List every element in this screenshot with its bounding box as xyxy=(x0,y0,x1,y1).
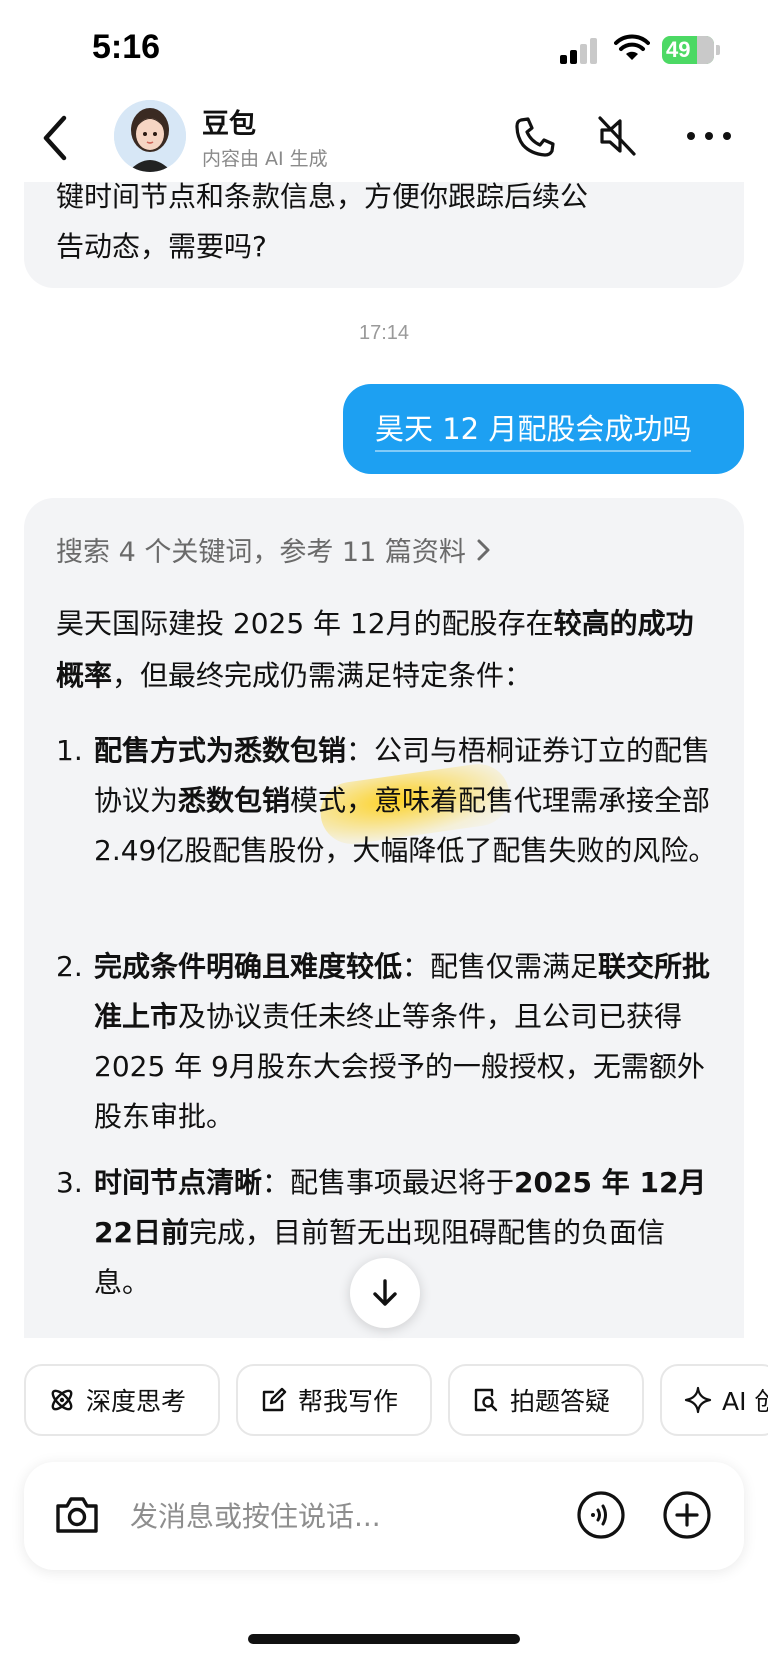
phone-icon xyxy=(515,117,555,157)
add-button[interactable] xyxy=(662,1490,712,1540)
message-timestamp: 17:14 xyxy=(358,322,410,344)
voice-call-button[interactable] xyxy=(512,114,558,160)
sparkle-icon xyxy=(684,1386,712,1414)
list-number: 1. xyxy=(56,734,83,767)
home-indicator xyxy=(248,1634,520,1644)
quick-action-bar: 深度思考 帮我写作 拍题答疑 AI 创 xyxy=(24,1364,768,1436)
voice-wave-icon xyxy=(577,1491,625,1539)
camera-button[interactable] xyxy=(54,1494,100,1536)
status-time: 5:16 xyxy=(92,28,161,66)
previous-message-line: 告动态，需要吗? xyxy=(56,230,267,263)
arrow-down-icon xyxy=(373,1279,397,1306)
battery-icon: 49 xyxy=(662,36,714,64)
atom-icon xyxy=(48,1386,76,1414)
more-options-button[interactable] xyxy=(684,112,734,160)
signal-icon xyxy=(560,38,598,64)
chat-header: 豆包 内容由 AI 生成 xyxy=(0,96,768,182)
chip-ai-create[interactable]: AI 创 xyxy=(660,1364,768,1436)
voice-input-button[interactable] xyxy=(576,1490,626,1540)
back-button[interactable] xyxy=(34,112,78,164)
wifi-icon xyxy=(614,34,650,60)
user-message-text: 昊天 12 月配股会成功吗 xyxy=(375,406,692,452)
plus-circle-icon xyxy=(663,1491,711,1539)
speaker-mute-button[interactable] xyxy=(594,112,640,160)
photo-search-icon xyxy=(472,1386,500,1414)
status-bar: 5:16 49 xyxy=(0,0,768,100)
chip-label: 深度思考 xyxy=(86,1387,187,1416)
camera-icon xyxy=(56,1497,98,1533)
scroll-to-bottom-button[interactable] xyxy=(350,1258,420,1328)
list-number: 2. xyxy=(56,950,83,983)
chevron-right-icon xyxy=(477,539,490,560)
chip-deep-think[interactable]: 深度思考 xyxy=(24,1364,220,1436)
avatar-icon xyxy=(114,100,186,172)
list-number: 3. xyxy=(56,1166,83,1199)
message-input[interactable] xyxy=(130,1488,530,1544)
search-summary-text: 搜索 4 个关键词，参考 11 篇资料 xyxy=(56,537,466,568)
bot-subtitle: 内容由 AI 生成 xyxy=(202,148,328,170)
answer-intro: 昊天国际建投 2025 年 12月的配股存在较高的成功概率，但最终完成仍需满足特… xyxy=(56,607,694,692)
more-dots-icon xyxy=(687,132,731,140)
list-item-title: 时间节点清晰 xyxy=(94,1166,263,1199)
list-item-title: 配售方式为悉数包销 xyxy=(94,734,347,767)
chip-label: 帮我写作 xyxy=(298,1387,399,1416)
message-composer xyxy=(24,1462,744,1570)
speaker-mute-icon xyxy=(598,116,636,156)
edit-icon xyxy=(260,1386,288,1414)
user-message[interactable]: 昊天 12 月配股会成功吗 xyxy=(343,384,744,474)
chip-help-write[interactable]: 帮我写作 xyxy=(236,1364,432,1436)
battery-level: 49 xyxy=(666,37,691,62)
bot-name: 豆包 xyxy=(202,109,256,140)
list-item-title: 完成条件明确且难度较低 xyxy=(94,950,403,983)
chip-label: AI 创 xyxy=(722,1387,768,1416)
chip-photo-question[interactable]: 拍题答疑 xyxy=(448,1364,644,1436)
chevron-left-icon xyxy=(43,115,67,161)
chip-label: 拍题答疑 xyxy=(510,1387,611,1416)
search-summary-link[interactable]: 搜索 4 个关键词，参考 11 篇资料 xyxy=(56,530,492,569)
avatar[interactable] xyxy=(114,100,186,172)
